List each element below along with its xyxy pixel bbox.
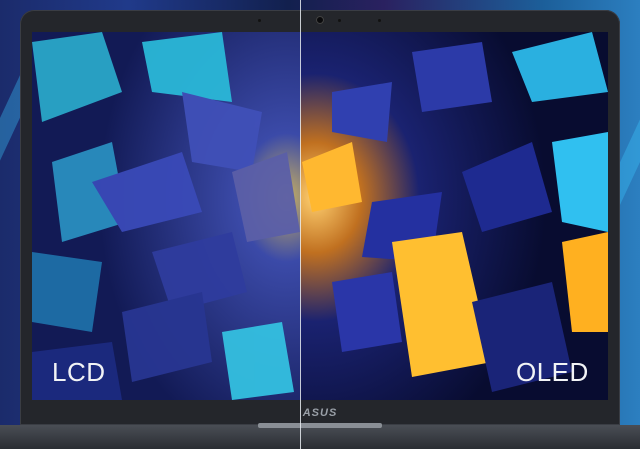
camera-bar: [20, 16, 620, 26]
sensor-dot: [338, 19, 341, 22]
sensor-dot: [258, 19, 261, 22]
oled-label: OLED: [516, 357, 589, 387]
sensor-dot: [378, 19, 381, 22]
display-screen: [32, 32, 608, 400]
laptop-base: [0, 425, 640, 449]
hinge: [258, 423, 382, 428]
comparison-divider: [300, 0, 301, 449]
lcd-label: LCD: [52, 357, 106, 387]
bottom-bezel: ASUS: [20, 400, 620, 425]
comparison-artwork: [32, 32, 608, 400]
webcam-icon: [316, 16, 324, 24]
brand-logo: ASUS: [302, 407, 338, 419]
